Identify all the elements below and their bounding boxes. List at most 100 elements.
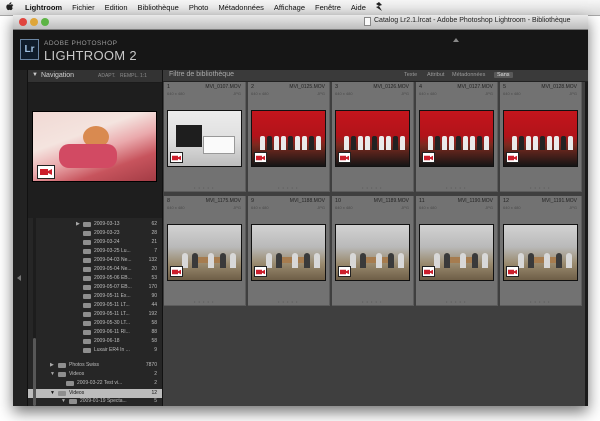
menu-lightroom[interactable]: Lightroom <box>20 3 67 12</box>
performer-figure <box>351 136 356 150</box>
grid-cell[interactable]: 2 MVI_0125.MOV 640 x 480 JPG • • • • • <box>248 82 330 192</box>
cell-index: 4 <box>419 84 423 90</box>
folder-name: Photos Swiss <box>69 362 100 368</box>
folder-row[interactable]: 2009-03-23 28 <box>28 229 162 238</box>
video-thumbnail[interactable] <box>252 111 325 166</box>
grid-cell[interactable]: 10 MVI_1189.MOV 640 x 480 JPG • • • • • <box>332 196 414 306</box>
folder-row[interactable]: 2009-05-11 LT... 192 <box>28 310 162 319</box>
folder-row[interactable]: 2009-05-04 Ne... 20 <box>28 265 162 274</box>
grid-cell[interactable]: 9 MVI_1188.MOV 640 x 480 JPG • • • • • <box>248 196 330 306</box>
video-thumbnail[interactable] <box>168 225 241 280</box>
video-thumbnail[interactable] <box>252 225 325 280</box>
folder-row[interactable]: 2009-05-11 LT... 44 <box>28 301 162 310</box>
grid-cell[interactable]: 3 MVI_0126.MOV 640 x 480 JPG • • • • • <box>332 82 414 192</box>
zoom-fill-option[interactable]: REMPL. <box>120 73 139 79</box>
rating-dots-icon[interactable]: • • • • • <box>362 299 382 304</box>
rating-dots-icon[interactable]: • • • • • <box>362 185 382 190</box>
folder-disclosure-icon[interactable]: ▶ <box>76 221 80 227</box>
folder-row[interactable]: 2009-06-11 RI... 88 <box>28 328 162 337</box>
folder-row[interactable]: 2009-03-22 Test vi... 2 <box>28 379 162 388</box>
apple-icon[interactable] <box>0 2 20 13</box>
folder-row[interactable]: 2009-05-06 EB... 53 <box>28 274 162 283</box>
cell-dimensions: 640 x 480 <box>251 205 269 210</box>
zoom-window-button[interactable] <box>41 18 49 26</box>
zoom-fit-option[interactable]: ADAPT. <box>98 73 116 79</box>
video-camera-icon <box>338 152 351 163</box>
scene-dark-object <box>176 125 202 147</box>
grid-cell[interactable]: 4 MVI_0127.MOV 640 x 480 JPG • • • • • <box>416 82 498 192</box>
folder-name: 2009-05-30 LT... <box>94 320 131 326</box>
person-figure <box>566 253 572 268</box>
video-thumbnail[interactable] <box>504 111 577 166</box>
navigator-header[interactable]: ▼ Navigation ADAPT. REMPL. 1:1 <box>28 70 162 83</box>
disclosure-triangle-icon[interactable]: ▼ <box>32 72 38 78</box>
menu-affichage[interactable]: Affichage <box>269 3 310 12</box>
video-thumbnail[interactable] <box>420 225 493 280</box>
performer-figure <box>267 136 272 150</box>
cell-filename: MVI_1189.MOV <box>373 198 409 204</box>
filter-attribute-option[interactable]: Attribut <box>427 72 444 78</box>
folder-row[interactable]: 2009-06-18 58 <box>28 337 162 346</box>
collapse-left-panel-icon[interactable] <box>17 275 21 281</box>
left-panel-edge[interactable] <box>13 70 28 406</box>
folder-disclosure-icon[interactable]: ▼ <box>61 398 66 404</box>
menu-aide[interactable]: Aide <box>346 3 371 12</box>
rating-dots-icon[interactable]: • • • • • <box>446 185 466 190</box>
rating-dots-icon[interactable]: • • • • • <box>194 299 214 304</box>
rating-dots-icon[interactable]: • • • • • <box>194 185 214 190</box>
cell-filename: MVI_0125.MOV <box>289 84 325 90</box>
folder-row[interactable]: 2009-05-30 LT... 58 <box>28 319 162 328</box>
minimize-window-button[interactable] <box>30 18 38 26</box>
script-menu-icon[interactable] <box>371 2 387 13</box>
folder-disclosure-icon[interactable]: ▼ <box>50 390 55 396</box>
top-panel-toggle-icon[interactable] <box>453 38 459 42</box>
rating-dots-icon[interactable]: • • • • • <box>278 185 298 190</box>
folder-row[interactable]: 2009-03-24 21 <box>28 238 162 247</box>
folder-row[interactable]: 2009-05-07 EB... 170 <box>28 283 162 292</box>
grid-cell[interactable]: 11 MVI_1190.MOV 640 x 480 JPG • • • • • <box>416 196 498 306</box>
rating-dots-icon[interactable]: • • • • • <box>278 299 298 304</box>
scene-paper <box>204 137 234 153</box>
folder-disclosure-icon[interactable]: ▶ <box>50 362 54 368</box>
menu-photo[interactable]: Photo <box>184 3 214 12</box>
zoom-1-1-option[interactable]: 1:1 <box>140 73 147 79</box>
folder-row[interactable]: 2009-04-03 Ne... 132 <box>28 256 162 265</box>
grid-cell[interactable]: 12 MVI_1191.MOV 640 x 480 JPG • • • • • <box>500 196 582 306</box>
folder-row[interactable]: ▼ 2009-01-19 Specta... 5 <box>28 397 162 406</box>
filter-none-option[interactable]: Sans <box>494 72 513 78</box>
folder-row[interactable]: ▶ 2009-03-13 62 <box>28 220 162 229</box>
rating-dots-icon[interactable]: • • • • • <box>530 299 550 304</box>
menu-edition[interactable]: Edition <box>100 3 133 12</box>
menu-fenetre[interactable]: Fenêtre <box>310 3 346 12</box>
folder-row[interactable]: ▼ Videos 2 <box>28 370 162 379</box>
grid-cell[interactable]: 5 MVI_0128.MOV 640 x 480 JPG • • • • • <box>500 82 582 192</box>
folders-panel: ▶ 2009-03-13 62 2009-03-23 28 2009-03-24 21 200… <box>28 218 162 406</box>
grid-cell[interactable]: 8 MVI_1175.MOV 640 x 480 JPG • • • • • <box>164 196 246 306</box>
video-thumbnail[interactable] <box>168 111 241 166</box>
filter-metadata-option[interactable]: Métadonnées <box>452 72 485 78</box>
folder-disclosure-icon[interactable]: ▼ <box>50 371 55 377</box>
folder-icon <box>83 240 91 245</box>
grid-cell[interactable]: 1 MVI_0107.MOV 640 x 480 JPG • • • • • <box>164 82 246 192</box>
navigator-preview-image[interactable] <box>33 112 156 181</box>
person-figure <box>230 253 236 268</box>
video-thumbnail[interactable] <box>336 225 409 280</box>
video-thumbnail[interactable] <box>336 111 409 166</box>
menu-fichier[interactable]: Fichier <box>67 3 100 12</box>
menu-metadonnees[interactable]: Métadonnées <box>213 3 268 12</box>
performer-figure <box>358 136 363 150</box>
video-thumbnail[interactable] <box>504 225 577 280</box>
rating-dots-icon[interactable]: • • • • • <box>530 185 550 190</box>
folder-row[interactable]: Luxair ER4 In ... 9 <box>28 346 162 355</box>
folder-row[interactable]: ▶ Photos Swiss 7870 <box>28 361 162 370</box>
video-thumbnail[interactable] <box>420 111 493 166</box>
grid-scrollbar[interactable] <box>585 82 588 406</box>
filter-text-option[interactable]: Texte <box>404 72 417 78</box>
performer-figure <box>309 136 314 150</box>
close-window-button[interactable] <box>19 18 27 26</box>
menu-bibliotheque[interactable]: Bibliothèque <box>133 3 184 12</box>
folder-row[interactable]: 2009-03-25 Lu... 7 <box>28 247 162 256</box>
folder-row[interactable]: 2009-05-11 Ex... 90 <box>28 292 162 301</box>
folders-scrollbar-thumb[interactable] <box>33 338 36 406</box>
rating-dots-icon[interactable]: • • • • • <box>446 299 466 304</box>
